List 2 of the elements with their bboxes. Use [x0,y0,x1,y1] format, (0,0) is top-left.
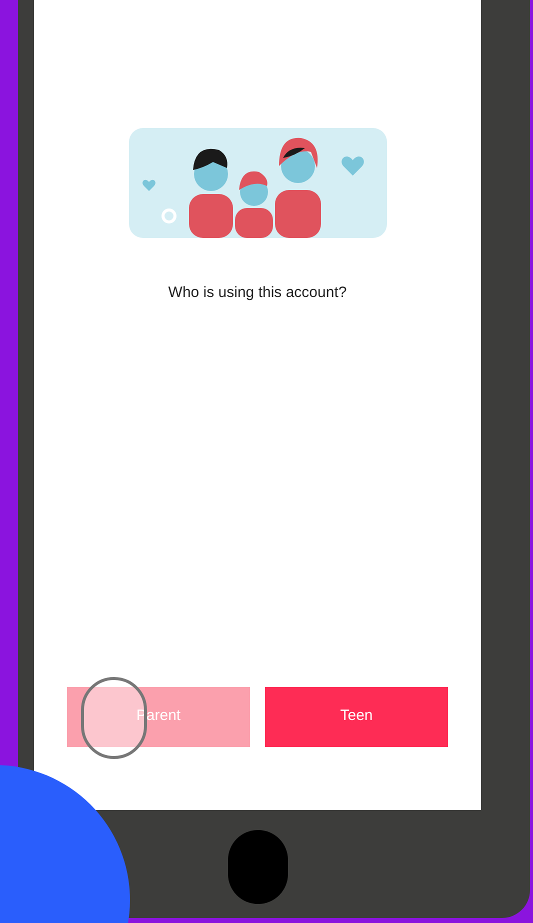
choice-button[interactable]: Teen [265,686,448,746]
question-text: Who is using this account? [168,283,347,303]
